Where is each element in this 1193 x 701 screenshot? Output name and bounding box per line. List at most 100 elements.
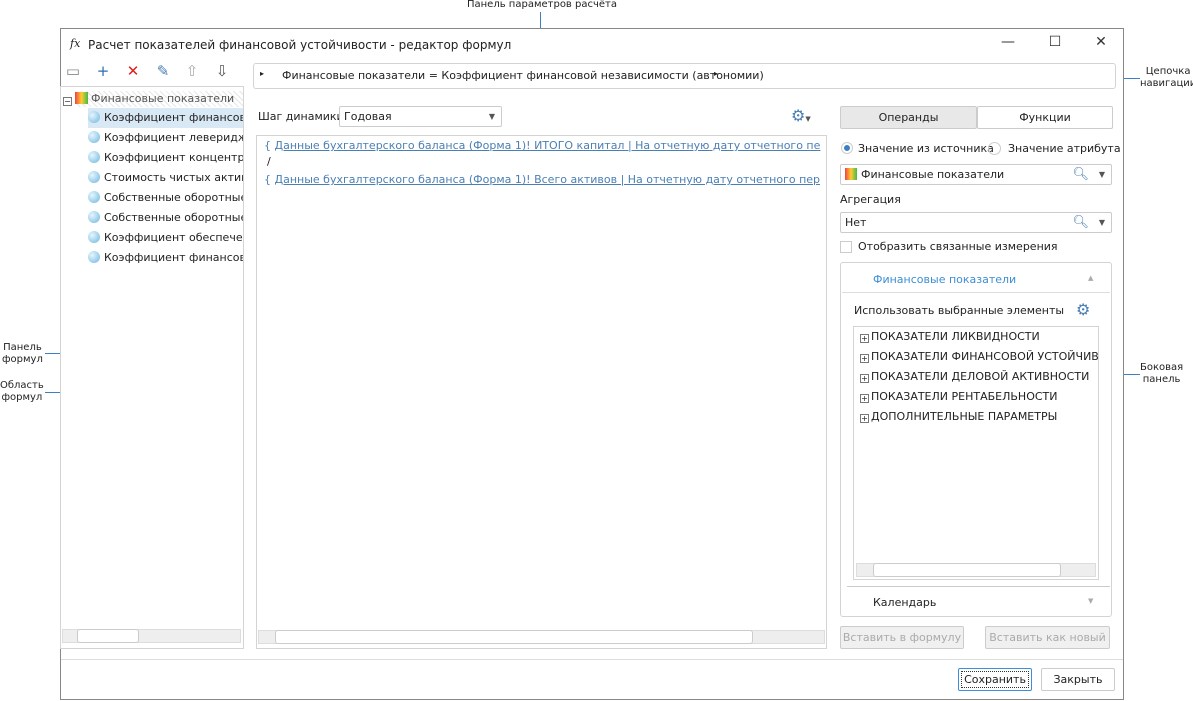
- search-icon[interactable]: 🔍︎: [1072, 165, 1089, 184]
- tree-node[interactable]: +ПОКАЗАТЕЛИ ФИНАНСОВОЙ УСТОЙЧИВОСТИ: [860, 350, 1098, 363]
- step-value: Годовая: [344, 110, 392, 123]
- tree-item-label: Коэффициент финансовой: [104, 111, 243, 124]
- chevron-down-icon: ▼: [1098, 170, 1105, 179]
- indicator-icon: [88, 211, 100, 223]
- tree-node[interactable]: + ПОКАЗАТЕЛИ ДЕЛОВОЙ АКТИВНОСТИ: [860, 370, 1089, 383]
- aggregation-label: Агрегация: [840, 193, 901, 206]
- delete-icon[interactable]: ✕: [122, 62, 144, 80]
- scroll-thumb[interactable]: [873, 563, 1061, 577]
- tree-node-label: ДОПОЛНИТЕЛЬНЫЕ ПАРАМЕТРЫ: [871, 410, 1058, 423]
- tree-item-label: Собственные оборотные с: [104, 191, 243, 204]
- expand-icon[interactable]: +: [860, 414, 869, 423]
- tree-node[interactable]: + ПОКАЗАТЕЛИ РЕНТАБЕЛЬНОСТИ: [860, 390, 1057, 403]
- fx-icon: 𝑓x: [70, 37, 81, 50]
- callout-text: формул: [1, 392, 43, 403]
- folder-icon[interactable]: ▭: [62, 62, 84, 80]
- callout-side-panel: Боковая панель: [1140, 362, 1183, 386]
- callout-text: Область: [0, 380, 44, 391]
- tree-root[interactable]: Финансовые показатели: [75, 91, 243, 107]
- search-icon[interactable]: 🔍︎: [1072, 213, 1089, 232]
- aggregation-select[interactable]: Нет 🔍︎ ▼: [840, 212, 1112, 233]
- section-header-calendar[interactable]: Календарь: [873, 596, 936, 609]
- tree-item[interactable]: Коэффициент концентрац: [88, 148, 243, 168]
- add-icon[interactable]: +: [92, 62, 114, 80]
- tree-node[interactable]: + ПОКАЗАТЕЛИ ЛИКВИДНОСТИ: [860, 330, 1040, 343]
- settings-gear-icon[interactable]: ⚙▼: [791, 106, 811, 125]
- tab-functions[interactable]: Функции: [977, 106, 1113, 129]
- operand-link[interactable]: Данные бухгалтерского баланса (Форма 1)!…: [275, 139, 821, 152]
- step-select[interactable]: Годовая ▼: [339, 106, 502, 127]
- tree-item[interactable]: Собственные оборотные с: [88, 208, 243, 228]
- horizontal-scrollbar[interactable]: [258, 630, 825, 644]
- callout-text: Цепочка: [1145, 66, 1191, 77]
- formula-area[interactable]: { Данные бухгалтерского баланса (Форма 1…: [256, 135, 827, 649]
- callout-text: Панель: [3, 342, 42, 353]
- scroll-thumb[interactable]: [77, 629, 139, 643]
- tree-node-label: ПОКАЗАТЕЛИ РЕНТАБЕЛЬНОСТИ: [871, 390, 1058, 403]
- tree-item-label: Коэффициент концентрац: [104, 151, 243, 164]
- window-title: Расчет показателей финансовой устойчивос…: [88, 38, 512, 52]
- radio-attribute[interactable]: [988, 142, 1001, 155]
- tree-item-label: Стоимость чистых активов: [104, 171, 243, 184]
- expand-icon[interactable]: +: [860, 394, 869, 403]
- scroll-thumb[interactable]: [275, 630, 753, 644]
- use-selected-label: Использовать выбранные элементы: [854, 304, 1065, 317]
- tree-item-label: Коэффициент левериджа (: [104, 131, 243, 144]
- horizontal-scrollbar[interactable]: [856, 563, 1096, 577]
- tree-item[interactable]: Коэффициент обеспеченно: [88, 228, 243, 248]
- radio-source[interactable]: [842, 143, 852, 153]
- expand-icon[interactable]: +: [860, 354, 869, 363]
- indicator-icon: [88, 251, 100, 263]
- radio-source-label: Значение из источника: [858, 142, 994, 155]
- operator: /: [267, 155, 271, 168]
- tree-node[interactable]: + ДОПОЛНИТЕЛЬНЫЕ ПАРАМЕТРЫ: [860, 410, 1057, 423]
- source-value: Финансовые показатели: [861, 168, 1005, 181]
- tree-item-label: Собственные оборотные с: [104, 211, 243, 224]
- chevron-right-icon[interactable]: ▸: [714, 69, 718, 78]
- chevron-up-icon[interactable]: ▲: [1088, 274, 1093, 282]
- horizontal-scrollbar[interactable]: [62, 629, 241, 643]
- callout-formula-area: Область формул: [0, 380, 44, 404]
- chevron-down-icon[interactable]: ▼: [1088, 597, 1093, 605]
- tree-node-label: ПОКАЗАТЕЛИ ЛИКВИДНОСТИ: [871, 330, 1040, 343]
- source-select[interactable]: Финансовые показатели 🔍︎ ▼: [840, 164, 1112, 185]
- close-window-button[interactable]: ✕: [1091, 34, 1111, 50]
- tree-item[interactable]: Коэффициент финансовой: [88, 108, 243, 128]
- collapse-icon[interactable]: −: [63, 93, 74, 106]
- chevron-down-icon: ▼: [1098, 218, 1105, 227]
- linked-dims-checkbox[interactable]: [840, 241, 852, 253]
- chevron-down-icon: ▼: [488, 112, 495, 121]
- move-up-icon[interactable]: ⇧: [181, 62, 203, 80]
- tree-item[interactable]: Коэффициент левериджа (: [88, 128, 243, 148]
- tree-item-label: Коэффициент финансовой: [104, 251, 243, 264]
- cube-icon: [845, 168, 857, 180]
- operand-link[interactable]: Данные бухгалтерского баланса (Форма 1)!…: [275, 173, 821, 186]
- indicator-icon: [88, 151, 100, 163]
- insert-into-formula-button[interactable]: Вставить в формулу: [840, 626, 964, 649]
- indicator-icon: [88, 231, 100, 243]
- tree-item[interactable]: Коэффициент финансовой: [88, 248, 243, 268]
- maximize-button[interactable]: ☐: [1045, 34, 1065, 50]
- move-down-icon[interactable]: ⇩: [211, 62, 233, 80]
- chevron-right-icon[interactable]: ▸: [260, 69, 264, 78]
- expand-icon[interactable]: +: [860, 334, 869, 343]
- edit-icon[interactable]: ✎: [152, 62, 174, 80]
- tree-node-label: ПОКАЗАТЕЛИ ФИНАНСОВОЙ УСТОЙЧИВОСТИ: [871, 350, 1098, 363]
- save-button[interactable]: Сохранить: [958, 668, 1032, 691]
- expand-icon[interactable]: +: [860, 374, 869, 383]
- insert-as-new-button[interactable]: Вставить как новый: [985, 626, 1110, 649]
- linked-dims-label: Отобразить связанные измерения: [858, 240, 1058, 253]
- tree-item[interactable]: Стоимость чистых активов: [88, 168, 243, 188]
- divider: [61, 659, 1123, 660]
- close-button[interactable]: Закрыть: [1041, 668, 1115, 691]
- settings-gear-icon[interactable]: ⚙: [1076, 300, 1090, 319]
- section-header-financial[interactable]: Финансовые показатели: [873, 273, 1016, 286]
- step-label: Шаг динамики: [258, 110, 344, 123]
- tree-item[interactable]: Собственные оборотные с: [88, 188, 243, 208]
- indicator-icon: [88, 131, 100, 143]
- tab-operands[interactable]: Операнды: [840, 106, 977, 129]
- minimize-button[interactable]: —: [998, 34, 1018, 50]
- indicator-icon: [88, 171, 100, 183]
- tree-node-label: ПОКАЗАТЕЛИ ДЕЛОВОЙ АКТИВНОСТИ: [871, 370, 1090, 383]
- breadcrumb-item[interactable]: Финансовые показатели = Коэффициент фина…: [282, 69, 764, 82]
